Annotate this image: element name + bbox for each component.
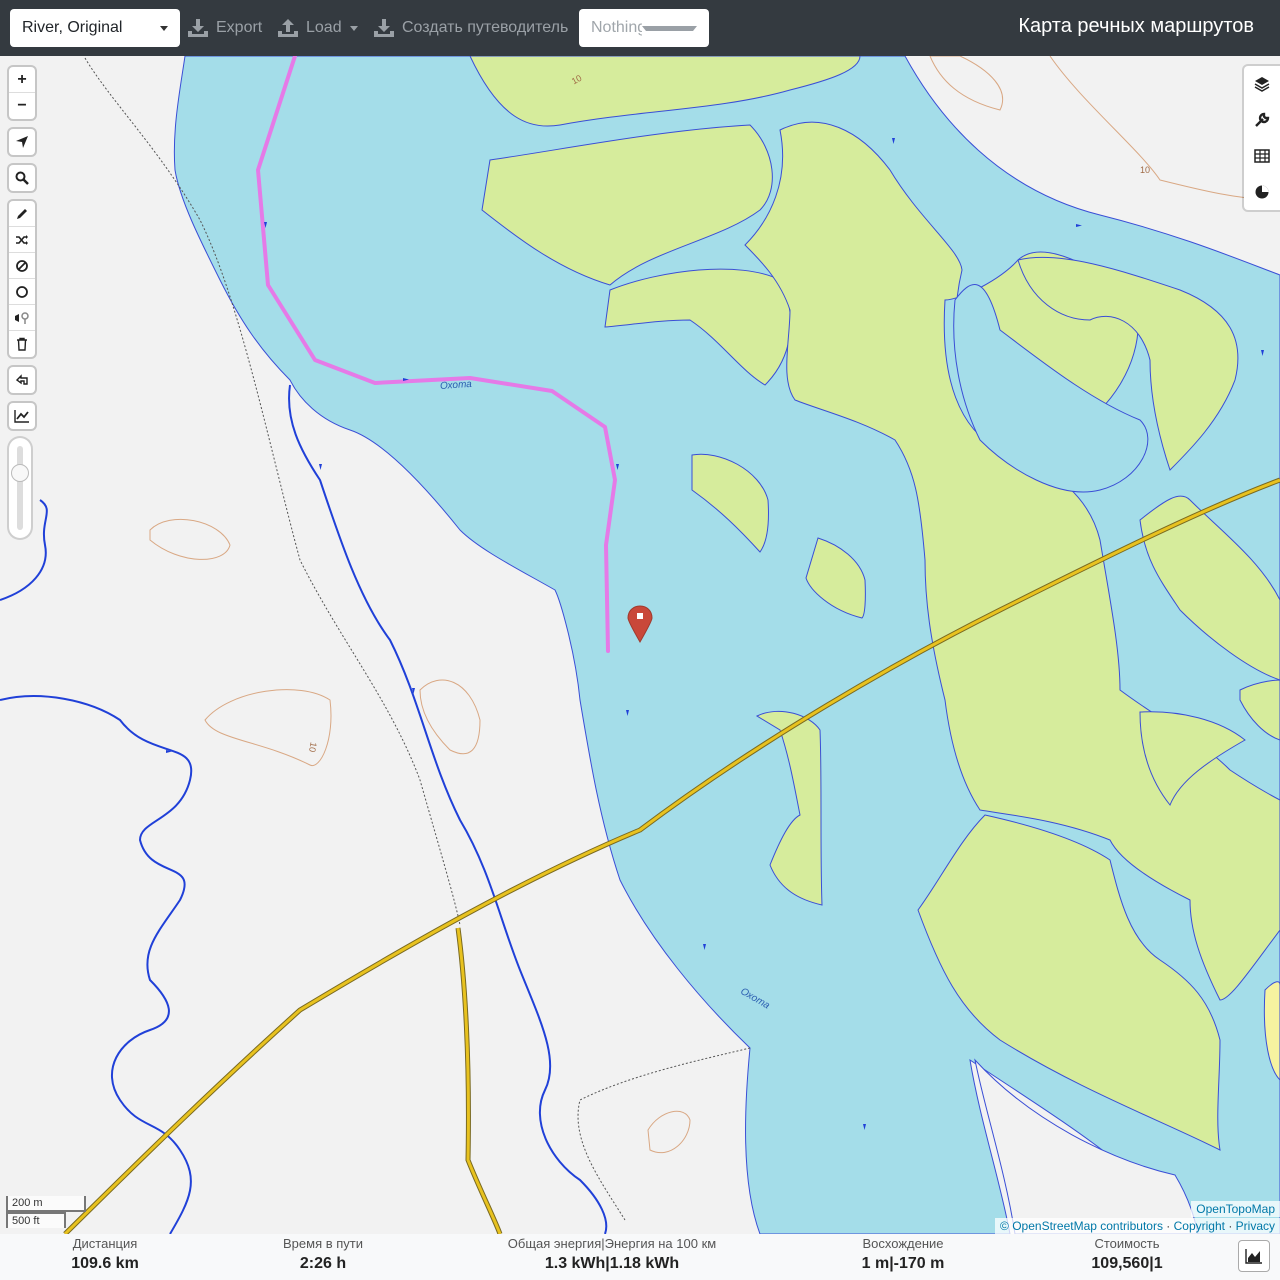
zoom-in-icon[interactable]: + bbox=[9, 67, 35, 93]
osm-link[interactable]: © OpenStreetMap contributors bbox=[1000, 1219, 1163, 1233]
search-control bbox=[9, 165, 35, 191]
opacity-slider[interactable] bbox=[9, 438, 31, 538]
chevron-down-icon bbox=[160, 25, 168, 31]
time-label: Время в пути bbox=[283, 1236, 363, 1251]
create-guide-label: Создать путеводитель bbox=[402, 19, 569, 36]
search-icon[interactable] bbox=[9, 165, 35, 191]
create-guide-button[interactable]: Создать путеводитель bbox=[374, 9, 568, 47]
locate-icon[interactable] bbox=[9, 129, 35, 155]
cost-value: 109,560|1 bbox=[1091, 1255, 1163, 1272]
time-value: 2:26 h bbox=[299, 1255, 347, 1272]
map-attribution: © OpenStreetMap contributors · Copyright… bbox=[995, 1218, 1280, 1234]
segment-select[interactable]: Nothing selected bbox=[579, 9, 709, 47]
river-label: Охота bbox=[440, 379, 473, 392]
slider-knob[interactable] bbox=[11, 464, 29, 482]
download-icon bbox=[374, 19, 394, 37]
app-title: Карта речных маршрутов bbox=[1018, 15, 1254, 37]
contour-label: 10 bbox=[307, 741, 319, 753]
delete-icon[interactable] bbox=[9, 331, 35, 357]
energy-label: Общая энергия|Энергия на 100 км bbox=[507, 1236, 717, 1251]
cost-label: Стоимость bbox=[1094, 1236, 1160, 1251]
route-stats-bar: Дистанция 109.6 km Время в пути 2:26 h О… bbox=[0, 1234, 1280, 1280]
ascent-label: Восхождение bbox=[862, 1236, 944, 1251]
draw-icon[interactable] bbox=[9, 201, 35, 227]
profile-chart-control bbox=[9, 403, 35, 429]
privacy-link[interactable]: Privacy bbox=[1236, 1219, 1275, 1233]
stat-energy: Общая энергия|Энергия на 100 км 1.3 kWh|… bbox=[492, 1236, 732, 1276]
undo-control bbox=[9, 367, 35, 393]
copyright-link[interactable]: Copyright bbox=[1174, 1219, 1225, 1233]
chart-icon[interactable] bbox=[9, 403, 35, 429]
pie-chart-icon[interactable] bbox=[1244, 174, 1280, 210]
scale-imperial: 500 ft bbox=[6, 1212, 66, 1228]
map-view[interactable]: Охота Охота 10 10 10 + − 200 m 500 ft Op… bbox=[0, 56, 1280, 1234]
load-label: Load bbox=[306, 19, 342, 36]
export-label: Export bbox=[216, 19, 263, 36]
scale-bar: 200 m 500 ft bbox=[6, 1196, 86, 1228]
load-button[interactable]: Load bbox=[278, 9, 358, 47]
stat-distance: Дистанция 109.6 km bbox=[55, 1236, 155, 1276]
right-control-panel bbox=[1244, 66, 1280, 210]
stat-cost: Стоимость 109,560|1 bbox=[1067, 1236, 1187, 1276]
locate-control bbox=[9, 129, 35, 155]
chevron-down-icon bbox=[349, 25, 358, 31]
map-canvas: Охота Охота 10 10 10 bbox=[0, 56, 1280, 1234]
stat-time: Время в пути 2:26 h bbox=[263, 1236, 383, 1276]
layers-icon[interactable] bbox=[1244, 66, 1280, 102]
distance-label: Дистанция bbox=[72, 1236, 138, 1251]
draw-controls bbox=[9, 201, 35, 357]
table-icon[interactable] bbox=[1244, 138, 1280, 174]
shuffle-icon[interactable] bbox=[9, 227, 35, 253]
zoom-controls: + − bbox=[9, 67, 35, 119]
trail-dotted bbox=[577, 1047, 751, 1221]
contour-label: 10 bbox=[1140, 165, 1150, 175]
elevation-chart-button[interactable] bbox=[1238, 1240, 1270, 1272]
tile-attribution[interactable]: OpenTopoMap bbox=[1191, 1201, 1280, 1217]
energy-value: 1.3 kWh|1.18 kWh bbox=[544, 1255, 680, 1272]
distance-value: 109.6 km bbox=[71, 1255, 139, 1272]
undo-icon[interactable] bbox=[9, 367, 35, 393]
profile-select[interactable]: River, Original bbox=[10, 9, 180, 47]
area-chart-icon bbox=[1245, 1249, 1262, 1264]
download-icon bbox=[188, 19, 208, 37]
top-navbar: River, Original Export Load Создать путе… bbox=[0, 0, 1280, 56]
poi-icon[interactable] bbox=[9, 305, 35, 331]
circle-icon[interactable] bbox=[9, 279, 35, 305]
ascent-value: 1 m|-170 m bbox=[861, 1255, 945, 1272]
road bbox=[456, 927, 502, 1234]
stat-ascent: Восхождение 1 m|-170 m bbox=[843, 1236, 963, 1276]
chevron-down-icon bbox=[642, 25, 697, 31]
zoom-out-icon[interactable]: − bbox=[9, 93, 35, 119]
scale-metric: 200 m bbox=[6, 1196, 86, 1212]
wrench-icon[interactable] bbox=[1244, 102, 1280, 138]
profile-select-value: River, Original bbox=[22, 19, 123, 36]
no-go-icon[interactable] bbox=[9, 253, 35, 279]
upload-icon bbox=[278, 19, 298, 37]
segment-select-value: Nothing selected bbox=[591, 19, 643, 36]
export-button[interactable]: Export bbox=[188, 9, 262, 47]
slider-track bbox=[17, 446, 23, 530]
